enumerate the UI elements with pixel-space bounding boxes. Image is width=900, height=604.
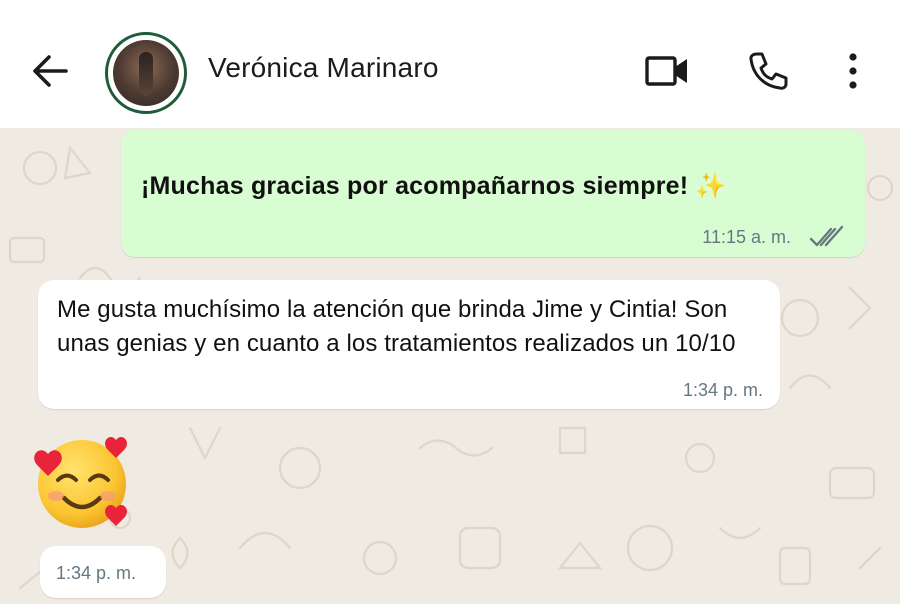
message-timestamp: 1:34 p. m. (682, 380, 763, 400)
avatar-photo (113, 40, 179, 106)
avatar-figure (139, 52, 153, 96)
message-text: Me gusta muchísimo la atención que brind… (57, 296, 736, 357)
smiling-face-with-hearts-emoji[interactable] (34, 432, 134, 530)
message-text: ¡Muchas gracias por acompañarnos siempre… (141, 172, 727, 200)
chat-header: Verónica Marinaro (0, 0, 900, 128)
more-vertical-icon (849, 53, 857, 89)
sparkles-emoji: ✨ (695, 172, 727, 200)
contact-avatar[interactable] (105, 32, 187, 114)
voice-call-button[interactable] (746, 50, 788, 92)
incoming-emoji-timestamp-bubble[interactable]: 1:34 p. m. (40, 546, 166, 598)
smiling-face-with-hearts-icon (34, 437, 127, 528)
contact-name[interactable]: Verónica Marinaro (208, 52, 439, 84)
outgoing-message-bubble[interactable]: ¡Muchas gracias por acompañarnos siempre… (121, 130, 865, 257)
more-options-button[interactable] (838, 50, 868, 92)
video-camera-icon (645, 56, 687, 86)
incoming-message-bubble[interactable]: Me gusta muchísimo la atención que brind… (38, 280, 780, 409)
video-call-button[interactable] (644, 50, 690, 92)
back-button[interactable] (28, 46, 72, 94)
message-timestamp: 11:15 a. m. (702, 227, 791, 247)
message-timestamp: 1:34 p. m. (56, 563, 137, 583)
double-check-icon (809, 225, 844, 247)
phone-icon (749, 52, 788, 90)
arrow-left-icon (33, 55, 68, 87)
